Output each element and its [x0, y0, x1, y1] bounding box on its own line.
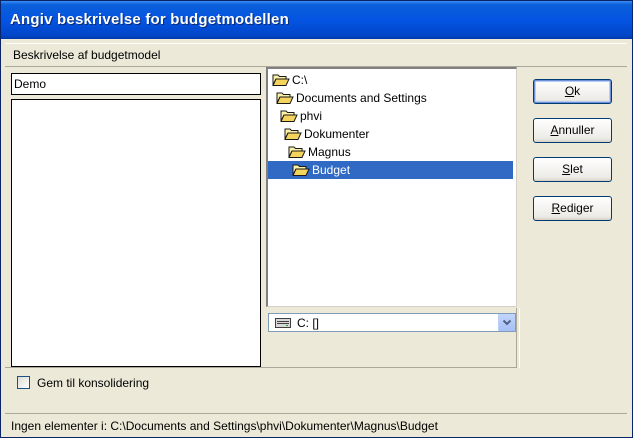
description-header-label: Beskrivelse af budgetmodel — [13, 48, 161, 62]
open-folder-icon — [276, 91, 294, 105]
open-folder-icon — [280, 109, 298, 123]
chevron-down-icon[interactable] — [498, 314, 515, 331]
drive-select-value: C: [] — [297, 316, 320, 330]
tree-item-c-drive[interactable]: C:\ — [272, 71, 311, 89]
tree-item-documents-and-settings[interactable]: Documents and Settings — [276, 89, 431, 107]
tree-item-label: Documents and Settings — [296, 91, 427, 105]
status-text: Ingen elementer i: C:\Documents and Sett… — [11, 419, 438, 433]
tree-item-phvi[interactable]: phvi — [280, 107, 326, 125]
consolidate-checkbox[interactable] — [17, 376, 30, 389]
ok-button[interactable]: Ok — [533, 79, 612, 104]
cancel-button[interactable]: Annuller — [533, 118, 612, 143]
description-input[interactable] — [11, 73, 261, 95]
tree-item-label: Dokumenter — [304, 127, 370, 141]
tree-item-magnus[interactable]: Magnus — [288, 143, 355, 161]
tree-item-budget[interactable]: Budget — [268, 161, 513, 179]
tree-item-label: phvi — [300, 109, 323, 123]
window-title: Angiv beskrivelse for budgetmodellen — [10, 11, 289, 28]
tree-item-dokumenter[interactable]: Dokumenter — [284, 125, 373, 143]
tree-item-label: Budget — [312, 163, 351, 177]
drive-select[interactable]: C: [] — [268, 313, 516, 332]
dialog-window: Angiv beskrivelse for budgetmodellen Bes… — [0, 0, 633, 438]
consolidate-label[interactable]: Gem til konsolidering — [37, 376, 149, 390]
panel-divider — [516, 308, 520, 368]
status-bar: Ingen elementer i: C:\Documents and Sett… — [5, 413, 627, 434]
folder-tree[interactable]: C:\ Documents and Settings phvi Dokument… — [266, 67, 517, 307]
description-memo[interactable] — [11, 99, 261, 367]
hard-drive-icon — [275, 317, 291, 331]
delete-button[interactable]: Slet — [533, 157, 612, 182]
edit-button[interactable]: Rediger — [533, 196, 612, 221]
tree-item-label: C:\ — [292, 73, 308, 87]
open-folder-icon — [284, 127, 302, 141]
open-folder-icon — [272, 73, 290, 87]
title-bar[interactable]: Angiv beskrivelse for budgetmodellen — [1, 1, 632, 39]
tree-item-label: Magnus — [308, 145, 351, 159]
description-header: Beskrivelse af budgetmodel — [5, 43, 627, 67]
open-folder-icon — [292, 163, 310, 177]
open-folder-icon — [288, 145, 306, 159]
